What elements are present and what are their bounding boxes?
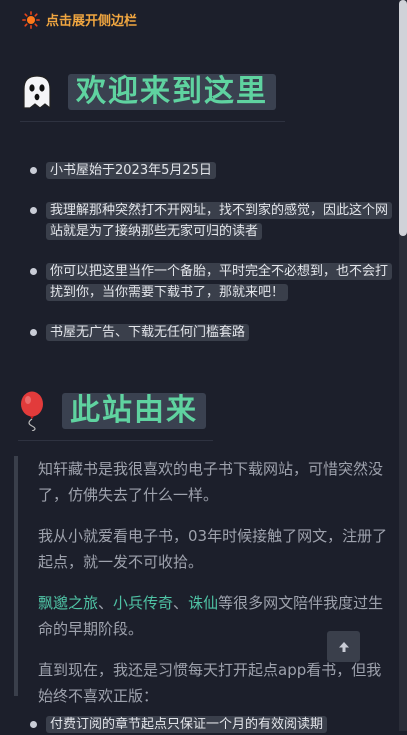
origin-paragraph: 我从小就爱看电子书，03年时候接触了网文，注册了起点，就一发不可收拾。 <box>38 527 388 571</box>
origin-paragraph: 直到现在，我还是习惯每天打开起点app看书，但我始终不喜欢正版： <box>38 661 382 705</box>
section-title: 此站由来 <box>62 393 206 429</box>
link-xiaobing[interactable]: 小兵传奇 <box>113 594 173 612</box>
sidebar-toggle-label: 点击展开侧边栏 <box>46 14 138 29</box>
heading-divider <box>20 121 285 122</box>
reason-list: 付费订阅的章节起点只保证一个月的有效阅读期 <box>28 714 388 735</box>
sidebar-toggle[interactable]: 点击展开侧边栏 <box>22 10 137 29</box>
list-item: 小书屋始于2023年5月25日 <box>28 160 388 181</box>
list-item: 付费订阅的章节起点只保证一个月的有效阅读期 <box>28 714 388 735</box>
list-item: 我理解那种突然打不开网址，找不到家的感觉，因此这个网站就是为了接纳那些无家可归的… <box>28 200 393 242</box>
back-to-top-button[interactable] <box>327 631 360 662</box>
list-item: 你可以把这里当作一个备胎，平时完全不必想到，也不会打扰到你，当你需要下载书了，那… <box>28 261 393 303</box>
origin-paragraph: 知轩藏书是我很喜欢的电子书下载网站，可惜突然没了，仿佛失去了什么一样。 <box>38 460 384 504</box>
heading-divider <box>18 440 213 441</box>
arrow-up-icon <box>338 641 349 652</box>
page-scrollbar[interactable] <box>399 0 407 731</box>
link-piaomiao[interactable]: 飘邈之旅 <box>38 594 98 612</box>
section-heading-origin: 此站由来 <box>18 391 206 431</box>
ghost-icon <box>23 75 51 110</box>
welcome-list: 小书屋始于2023年5月25日 我理解那种突然打不开网址，找不到家的感觉，因此这… <box>28 160 393 343</box>
page-title: 欢迎来到这里 <box>68 74 276 110</box>
balloon-icon <box>21 391 43 431</box>
list-item: 书屋无广告、下载无任何门槛套路 <box>28 322 388 343</box>
scrollbar-thumb[interactable] <box>399 0 407 236</box>
sun-icon <box>22 10 40 29</box>
link-zhuxian[interactable]: 诛仙 <box>188 594 218 612</box>
section-heading-welcome: 欢迎来到这里 <box>20 74 276 110</box>
